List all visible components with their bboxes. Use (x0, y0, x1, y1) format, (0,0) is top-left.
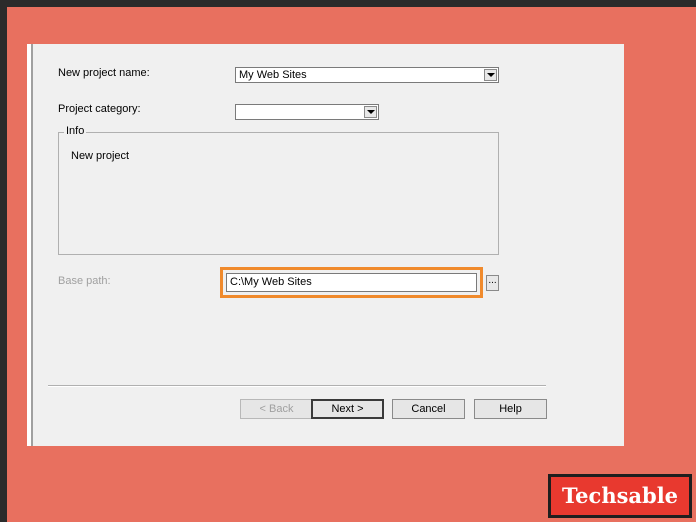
cancel-button[interactable]: Cancel (392, 399, 465, 419)
frame-top-border (0, 0, 696, 7)
base-path-label: Base path: (58, 275, 111, 287)
project-name-label: New project name: (58, 67, 150, 79)
next-button[interactable]: Next > (311, 399, 384, 419)
frame-left-border (0, 0, 7, 522)
dialog-left-edge (27, 44, 33, 446)
chevron-down-icon[interactable] (484, 69, 497, 81)
project-category-label: Project category: (58, 103, 141, 115)
techsable-watermark: Techsable (548, 474, 692, 518)
browse-button[interactable]: ... (486, 275, 499, 291)
info-text: New project (71, 150, 130, 162)
back-button[interactable]: < Back (240, 399, 313, 419)
project-name-combo[interactable]: My Web Sites (235, 67, 499, 83)
project-name-value: My Web Sites (239, 69, 307, 81)
base-path-input[interactable]: C:\My Web Sites (226, 273, 477, 292)
info-legend: Info (64, 125, 87, 137)
project-category-combo[interactable] (235, 104, 379, 120)
button-separator (48, 385, 546, 387)
chevron-down-icon[interactable] (364, 106, 377, 118)
help-button[interactable]: Help (474, 399, 547, 419)
